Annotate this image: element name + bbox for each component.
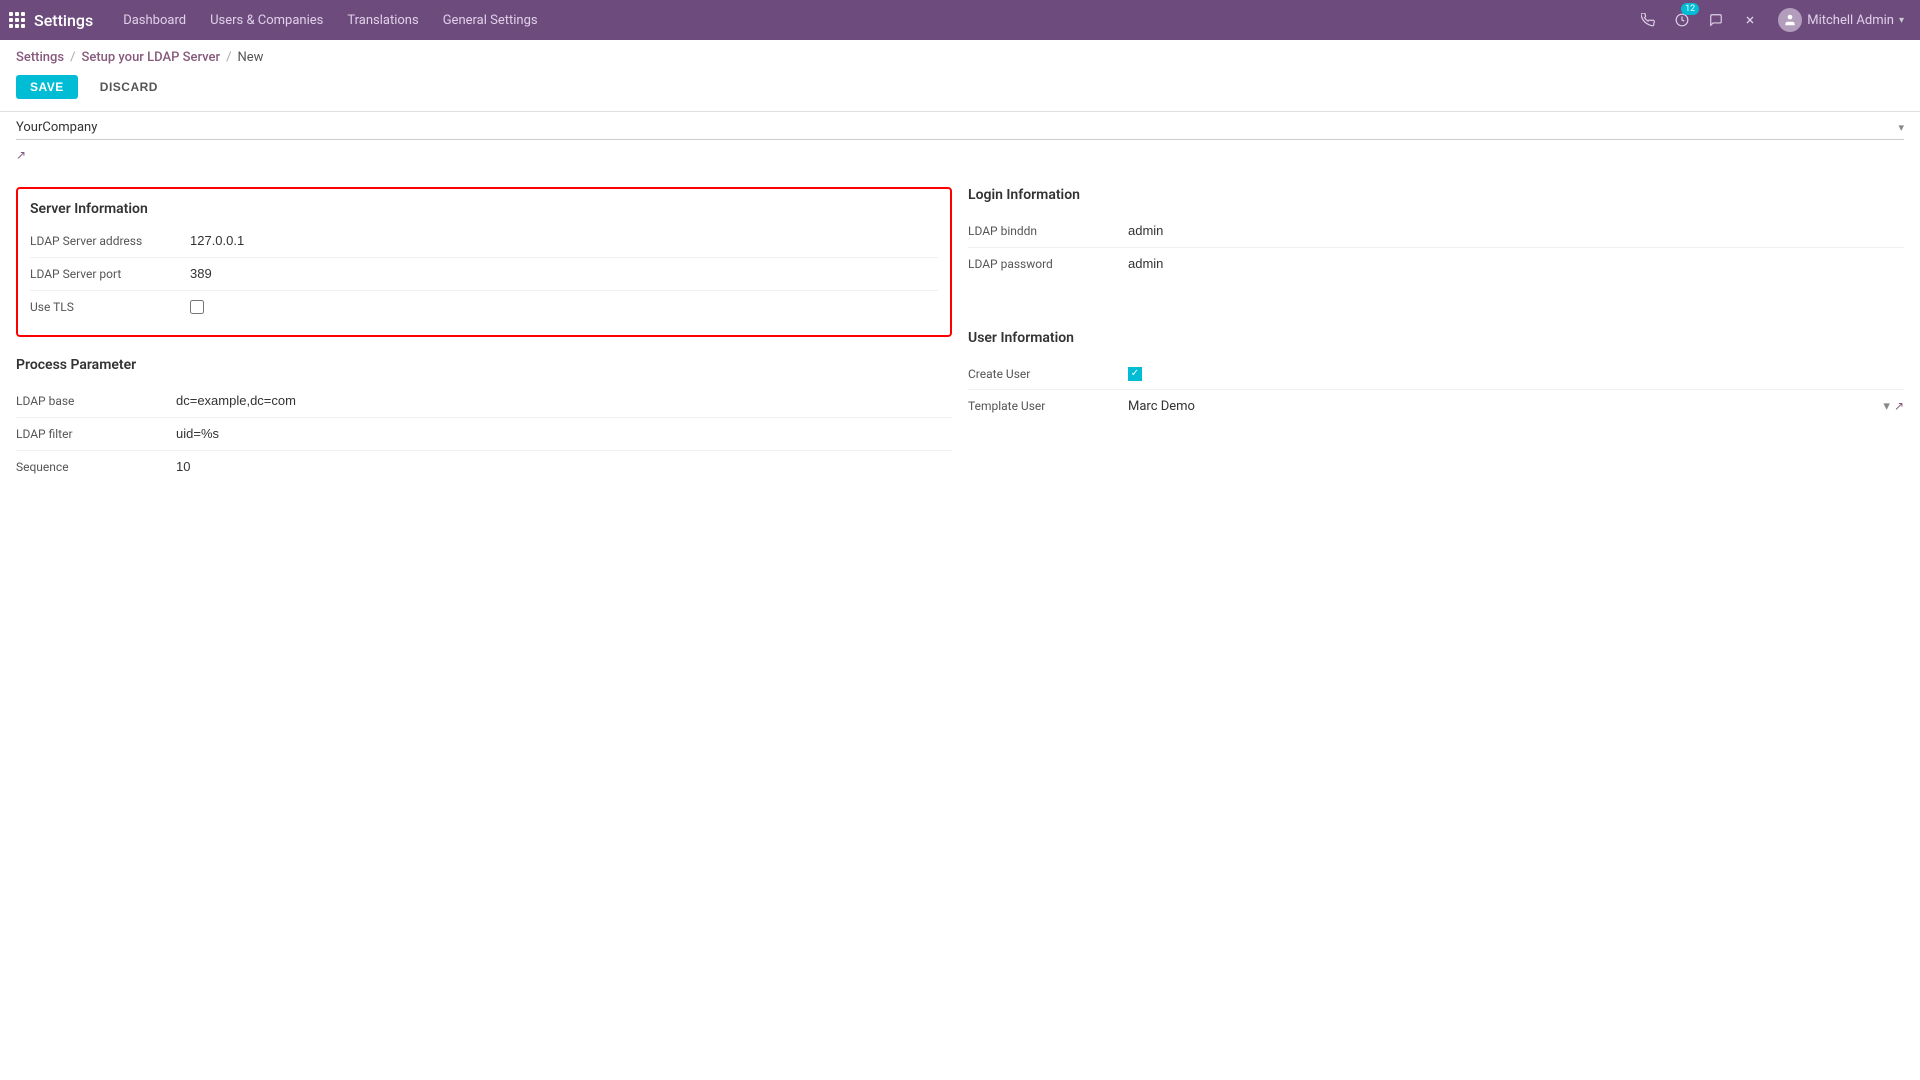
ldap-binddn-row: LDAP binddn bbox=[968, 215, 1904, 248]
nav-general-settings[interactable]: General Settings bbox=[433, 7, 548, 34]
main-content: Server Information LDAP Server address L… bbox=[0, 171, 1920, 519]
action-bar: SAVE DISCARD bbox=[0, 71, 1920, 111]
ldap-port-input[interactable] bbox=[190, 264, 938, 284]
company-selector[interactable]: YourCompany ▾ bbox=[16, 120, 1904, 140]
user-info-section: User Information Create User ✓ Template … bbox=[968, 330, 1904, 422]
ldap-address-row: LDAP Server address bbox=[30, 225, 938, 258]
company-chevron-icon: ▾ bbox=[1898, 121, 1904, 134]
avatar bbox=[1778, 8, 1802, 32]
company-bar: YourCompany ▾ bbox=[0, 111, 1920, 144]
breadcrumb-sep-2: / bbox=[226, 50, 231, 65]
user-chevron-icon: ▾ bbox=[1899, 15, 1904, 26]
left-column: Server Information LDAP Server address L… bbox=[16, 187, 952, 503]
ldap-binddn-input[interactable] bbox=[1128, 221, 1904, 241]
save-button[interactable]: SAVE bbox=[16, 75, 78, 99]
server-info-title: Server Information bbox=[30, 201, 938, 217]
process-param-section: Process Parameter LDAP base LDAP filter … bbox=[16, 357, 952, 483]
ldap-port-label: LDAP Server port bbox=[30, 267, 190, 281]
ldap-password-label: LDAP password bbox=[968, 257, 1128, 271]
ldap-binddn-label: LDAP binddn bbox=[968, 224, 1128, 238]
activity-badge: 12 bbox=[1681, 3, 1699, 15]
nav-users-companies[interactable]: Users & Companies bbox=[200, 7, 333, 34]
close-icon[interactable] bbox=[1736, 6, 1764, 34]
ldap-password-row: LDAP password bbox=[968, 248, 1904, 280]
ldap-password-input[interactable] bbox=[1128, 254, 1904, 274]
breadcrumb-current: New bbox=[238, 50, 264, 65]
use-tls-label: Use TLS bbox=[30, 300, 190, 314]
sequence-row: Sequence bbox=[16, 451, 952, 483]
topbar-actions: 12 Mitchell Admin ▾ bbox=[1634, 4, 1912, 36]
use-tls-row: Use TLS bbox=[30, 291, 938, 323]
template-user-row: Template User Marc Demo ▾ ↗ bbox=[968, 390, 1904, 422]
ldap-filter-label: LDAP filter bbox=[16, 427, 176, 441]
server-info-section: Server Information LDAP Server address L… bbox=[16, 187, 952, 337]
phone-icon[interactable] bbox=[1634, 6, 1662, 34]
company-name: YourCompany bbox=[16, 120, 1898, 135]
process-param-title: Process Parameter bbox=[16, 357, 952, 373]
create-user-label: Create User bbox=[968, 367, 1128, 381]
ldap-filter-row: LDAP filter bbox=[16, 418, 952, 451]
ldap-address-input[interactable] bbox=[190, 231, 938, 251]
user-info-title: User Information bbox=[968, 330, 1904, 346]
sequence-label: Sequence bbox=[16, 460, 176, 474]
company-external-link-icon[interactable]: ↗ bbox=[16, 148, 26, 162]
ldap-base-label: LDAP base bbox=[16, 394, 176, 408]
ldap-filter-input[interactable] bbox=[176, 424, 952, 444]
nav-dashboard[interactable]: Dashboard bbox=[113, 7, 196, 34]
breadcrumb-sep-1: / bbox=[70, 50, 75, 65]
ldap-base-input[interactable] bbox=[176, 391, 952, 411]
app-title: Settings bbox=[34, 11, 93, 30]
create-user-checkbox[interactable]: ✓ bbox=[1128, 367, 1142, 381]
template-user-label: Template User bbox=[968, 399, 1128, 413]
user-name: Mitchell Admin bbox=[1807, 13, 1894, 28]
use-tls-checkbox[interactable] bbox=[190, 300, 204, 314]
ldap-port-row: LDAP Server port bbox=[30, 258, 938, 291]
ldap-base-row: LDAP base bbox=[16, 385, 952, 418]
topbar: Settings Dashboard Users & Companies Tra… bbox=[0, 0, 1920, 40]
login-info-title: Login Information bbox=[968, 187, 1904, 203]
ldap-address-label: LDAP Server address bbox=[30, 234, 190, 248]
breadcrumb: Settings / Setup your LDAP Server / New bbox=[0, 40, 1920, 71]
apps-grid-icon[interactable] bbox=[8, 11, 26, 29]
template-user-chevron-icon[interactable]: ▾ bbox=[1883, 399, 1890, 414]
chat-icon[interactable] bbox=[1702, 6, 1730, 34]
breadcrumb-root[interactable]: Settings bbox=[16, 50, 64, 65]
create-user-row: Create User ✓ bbox=[968, 358, 1904, 390]
sequence-input[interactable] bbox=[176, 457, 952, 477]
template-user-value: Marc Demo bbox=[1128, 399, 1883, 414]
breadcrumb-parent[interactable]: Setup your LDAP Server bbox=[81, 50, 220, 65]
top-nav: Dashboard Users & Companies Translations… bbox=[113, 7, 1634, 34]
right-column: Login Information LDAP binddn LDAP passw… bbox=[968, 187, 1904, 503]
clock-badge-icon[interactable]: 12 bbox=[1668, 6, 1696, 34]
login-info-section: Login Information LDAP binddn LDAP passw… bbox=[968, 187, 1904, 280]
discard-button[interactable]: DISCARD bbox=[86, 75, 172, 99]
template-user-external-link-icon[interactable]: ↗ bbox=[1894, 399, 1904, 413]
user-menu[interactable]: Mitchell Admin ▾ bbox=[1770, 4, 1912, 36]
nav-translations[interactable]: Translations bbox=[337, 7, 428, 34]
